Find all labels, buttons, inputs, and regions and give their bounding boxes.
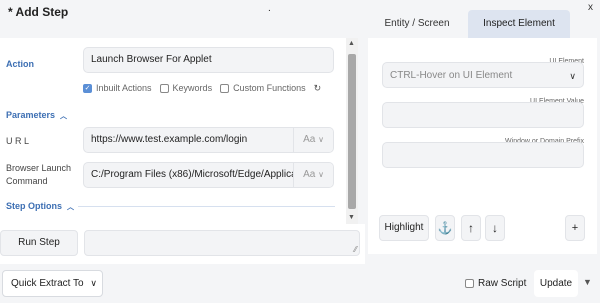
text-format-icon: Aa: [303, 134, 316, 145]
inspect-element-panel: UI Element CTRL-Hover on UI Element ∨ UI…: [368, 38, 597, 254]
refresh-icon[interactable]: ↻: [314, 83, 322, 94]
keywords-checkbox[interactable]: Keywords: [159, 83, 213, 93]
update-dropdown-arrow-icon[interactable]: ▼: [583, 277, 592, 287]
arrow-down-icon[interactable]: ↓: [485, 215, 505, 241]
dialog-title: * Add Step: [8, 5, 69, 19]
header-dot: .: [268, 3, 271, 14]
url-format-dropdown[interactable]: Aa ∨: [293, 128, 333, 152]
step-form-panel: Action Launch Browser For Applet ✓ Inbui…: [0, 38, 346, 224]
action-label: Action: [6, 59, 34, 69]
dialog-footer: Quick Extract To ∨ Raw Script Update ▼: [0, 264, 600, 303]
browser-launch-input[interactable]: C:/Program Files (x86)/Microsoft/Edge/Ap…: [83, 162, 334, 188]
add-icon[interactable]: +: [565, 215, 585, 241]
url-input[interactable]: https://www.test.example.com/login Aa ∨: [83, 127, 334, 153]
browser-launch-label-line1: Browser Launch: [6, 163, 72, 173]
window-domain-prefix-input[interactable]: [382, 142, 584, 168]
custom-functions-checkbox[interactable]: Custom Functions: [220, 83, 306, 93]
step-options-section-header[interactable]: Step Options ︿: [6, 201, 78, 212]
text-format-icon: Aa: [303, 169, 316, 180]
arrow-up-icon[interactable]: ↑: [461, 215, 481, 241]
chevron-down-icon: ∨: [318, 170, 324, 179]
raw-script-checkbox[interactable]: Raw Script: [465, 278, 526, 289]
resize-handle-icon[interactable]: ⁄⁄: [354, 245, 357, 254]
run-step-area: Run Step ⁄⁄: [0, 224, 365, 264]
chevron-down-icon: ∨: [318, 135, 324, 144]
ui-element-value-input[interactable]: [382, 102, 584, 128]
highlight-button[interactable]: Highlight: [379, 215, 429, 241]
ui-element-value: CTRL-Hover on UI Element: [390, 70, 513, 81]
raw-script-label: Raw Script: [478, 278, 527, 289]
keywords-label: Keywords: [172, 83, 213, 93]
inbuilt-actions-checkbox[interactable]: ✓ Inbuilt Actions: [83, 83, 152, 93]
url-value: https://www.test.example.com/login: [91, 134, 248, 145]
checkbox-icon: [220, 83, 230, 93]
scroll-thumb[interactable]: [348, 54, 356, 209]
custom-functions-label: Custom Functions: [233, 83, 306, 93]
form-scrollbar[interactable]: ▲ ▼: [346, 38, 358, 224]
checkbox-icon: [465, 279, 474, 288]
inbuilt-actions-label: Inbuilt Actions: [96, 83, 152, 93]
dialog-header: * Add Step . x Entity / Screen Inspect E…: [0, 0, 600, 38]
browser-launch-label: Browser Launch Command: [6, 162, 71, 188]
tab-inspect-element[interactable]: Inspect Element: [468, 10, 570, 38]
step-options-label: Step Options: [6, 201, 62, 211]
url-label: U R L: [6, 136, 30, 146]
scroll-down-arrow-icon[interactable]: ▼: [348, 214, 355, 221]
action-input[interactable]: Launch Browser For Applet: [83, 47, 334, 73]
scroll-up-arrow-icon[interactable]: ▲: [348, 40, 355, 47]
parameters-section-header[interactable]: Parameters ︿: [6, 110, 67, 121]
run-output-field[interactable]: ⁄⁄: [84, 230, 360, 256]
chevron-down-icon: ∨: [569, 71, 576, 81]
checkbox-checked-icon: ✓: [83, 83, 92, 93]
parameters-label: Parameters: [6, 110, 56, 120]
run-step-button[interactable]: Run Step: [0, 230, 78, 256]
checkbox-icon: [159, 83, 169, 93]
anchor-icon[interactable]: ⚓: [435, 215, 455, 241]
chevron-up-icon: ︿: [60, 113, 68, 120]
quick-extract-select[interactable]: Quick Extract To ∨: [2, 270, 103, 297]
action-source-options: ✓ Inbuilt Actions Keywords Custom Functi…: [83, 82, 321, 94]
chevron-down-icon: ∨: [90, 278, 97, 288]
chevron-up-icon: ︿: [67, 204, 74, 211]
ui-element-select[interactable]: CTRL-Hover on UI Element ∨: [382, 62, 584, 88]
update-button[interactable]: Update: [534, 270, 578, 297]
browser-launch-label-line2: Command: [6, 176, 48, 186]
close-button[interactable]: x: [588, 2, 593, 13]
tab-entity-screen[interactable]: Entity / Screen: [367, 10, 467, 38]
quick-extract-value: Quick Extract To: [11, 278, 84, 289]
browser-launch-format-dropdown[interactable]: Aa ∨: [293, 163, 333, 187]
